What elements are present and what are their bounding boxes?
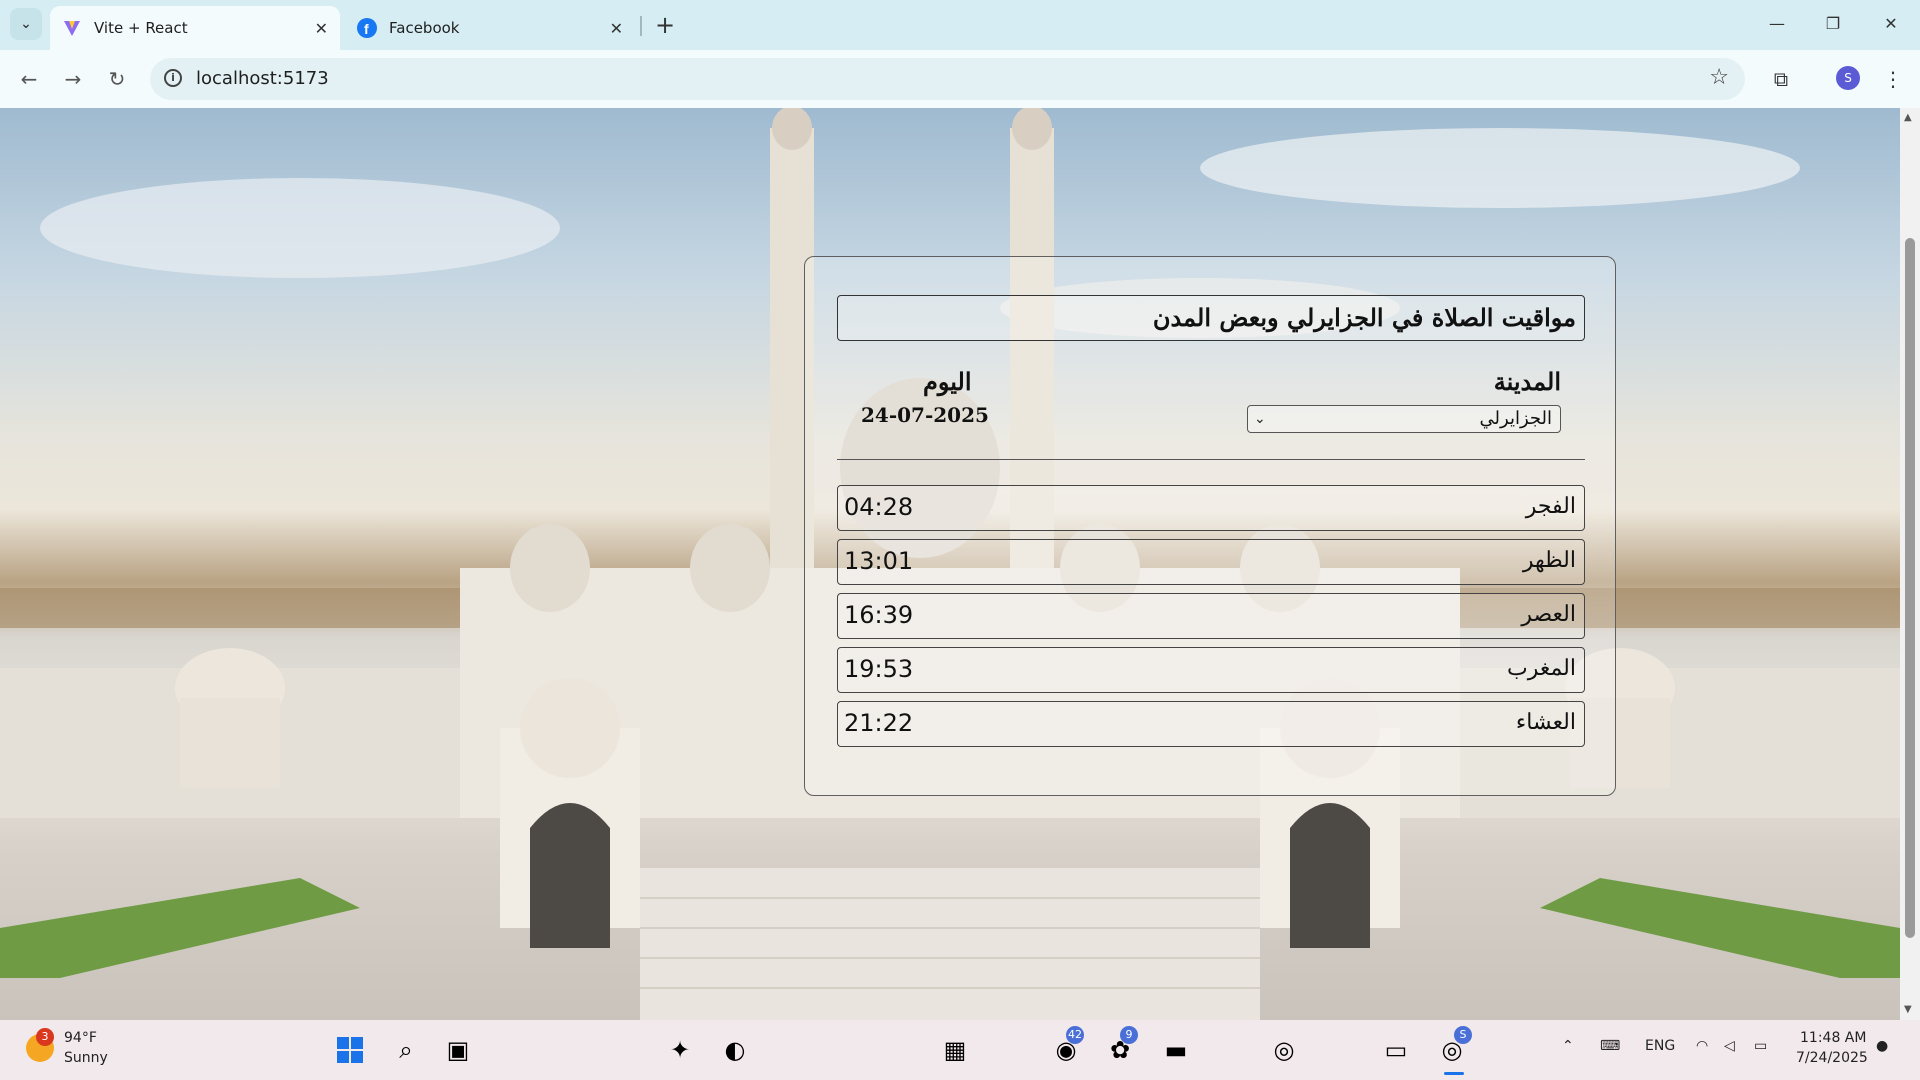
city-select-value: الجزايرلي — [1479, 408, 1552, 429]
copilot-icon[interactable]: ✦ — [660, 1030, 700, 1070]
notification-bell-icon[interactable]: ● — [1876, 1038, 1888, 1054]
prayer-time: 19:53 — [844, 655, 914, 683]
task-view-icon[interactable]: ▣ — [438, 1030, 478, 1070]
prayer-name: العصر — [1521, 602, 1576, 627]
back-button[interactable]: ← — [14, 64, 44, 94]
chrome-icon[interactable]: ◎ — [1264, 1030, 1304, 1070]
page-title: مواقيت الصلاة في الجزايرلي وبعض المدن — [837, 295, 1585, 341]
prayer-name: المغرب — [1507, 656, 1576, 681]
terminal-icon[interactable]: ▭ — [1376, 1030, 1416, 1070]
prayer-name: العشاء — [1515, 710, 1576, 735]
chatgpt-badge: 9 — [1120, 1026, 1138, 1044]
tab-search-button[interactable]: ⌄ — [10, 8, 42, 40]
tab-facebook[interactable]: f Facebook ✕ — [345, 6, 635, 50]
day-label: اليوم — [923, 367, 972, 396]
tab-vite-react[interactable]: Vite + React ✕ — [50, 6, 340, 50]
search-icon[interactable]: ⌕ — [386, 1030, 426, 1070]
whatsapp-badge: 42 — [1066, 1026, 1084, 1044]
current-date: 24-07-2025 — [861, 403, 989, 427]
bookmark-star-icon[interactable]: ☆ — [1709, 65, 1729, 90]
new-tab-button[interactable]: + — [650, 10, 680, 40]
scrollbar-thumb[interactable] — [1905, 238, 1915, 938]
tab-strip: ⌄ Vite + React ✕ f Facebook ✕ + — ❐ ✕ — [0, 0, 1920, 50]
prayer-name: الظهر — [1522, 548, 1576, 573]
taskbar: 3 94°F Sunny ⌕ ▣ ✦ ◐ ▦ ◉ 42 ✿ 9 ▬ ◎ ▭ ◎ … — [0, 1020, 1920, 1080]
chrome-profile-badge: S — [1454, 1026, 1472, 1044]
clock-date[interactable]: 7/24/2025 — [1796, 1050, 1868, 1066]
prayer-row-maghrib: المغرب 19:53 — [837, 647, 1585, 693]
close-icon[interactable]: ✕ — [610, 19, 623, 38]
prayer-name: الفجر — [1525, 494, 1576, 519]
battery-icon[interactable]: ▭ — [1754, 1038, 1767, 1054]
scroll-down-icon[interactable]: ▼ — [1904, 1004, 1912, 1015]
minimize-button[interactable]: — — [1752, 8, 1802, 40]
chevron-down-icon: ⌄ — [1254, 411, 1266, 427]
prayer-time: 13:01 — [844, 547, 914, 575]
wifi-icon[interactable]: ◠ — [1696, 1038, 1708, 1054]
prayer-row-fajr: الفجر 04:28 — [837, 485, 1585, 531]
tab-title: Facebook — [389, 19, 460, 37]
chevron-down-icon: ⌄ — [20, 16, 32, 32]
close-icon[interactable]: ✕ — [315, 19, 328, 38]
prayer-time: 04:28 — [844, 493, 914, 521]
address-bar[interactable]: i localhost:5173 ☆ — [150, 58, 1745, 100]
language-indicator[interactable]: ENG — [1645, 1038, 1675, 1054]
file-explorer-icon[interactable]: ▬ — [1156, 1030, 1196, 1070]
tab-title: Vite + React — [94, 19, 188, 37]
active-app-indicator — [1444, 1072, 1464, 1075]
extensions-icon[interactable]: ⧉ — [1766, 64, 1796, 94]
url-text[interactable]: localhost:5173 — [196, 68, 329, 89]
forward-button[interactable]: → — [58, 64, 88, 94]
browser-toolbar: ← → ↻ i localhost:5173 ☆ ⧉ ⋮ — [0, 50, 1920, 108]
store-icon[interactable]: ▦ — [935, 1030, 975, 1070]
city-select[interactable]: الجزايرلي ⌄ — [1247, 405, 1561, 433]
prayer-times-card: مواقيت الصلاة في الجزايرلي وبعض المدن ال… — [804, 256, 1616, 796]
chevron-up-icon[interactable]: ⌃ — [1562, 1038, 1574, 1054]
svg-text:f: f — [364, 21, 369, 37]
prayer-row-dhuhr: الظهر 13:01 — [837, 539, 1585, 585]
reload-button[interactable]: ↻ — [102, 64, 132, 94]
vite-logo-icon — [62, 18, 82, 38]
page-viewport: مواقيت الصلاة في الجزايرلي وبعض المدن ال… — [0, 108, 1900, 1020]
prayer-time: 21:22 — [844, 709, 914, 737]
start-windows-icon[interactable] — [330, 1030, 370, 1070]
weather-badge: 3 — [36, 1028, 54, 1046]
volume-icon[interactable]: ◁ — [1724, 1038, 1735, 1054]
scroll-up-icon[interactable]: ▲ — [1904, 112, 1912, 123]
page-scrollbar[interactable]: ▲ ▼ — [1900, 108, 1920, 1020]
prayer-row-asr: العصر 16:39 — [837, 593, 1585, 639]
menu-dots-icon[interactable]: ⋮ — [1878, 64, 1908, 94]
restore-button[interactable]: ❐ — [1808, 8, 1858, 40]
weather-condition[interactable]: Sunny — [64, 1050, 108, 1066]
clock-time[interactable]: 11:48 AM — [1800, 1030, 1866, 1046]
facebook-icon: f — [357, 18, 377, 38]
prayer-time: 16:39 — [844, 601, 914, 629]
profile-avatar[interactable]: S — [1836, 66, 1860, 90]
edge-icon[interactable]: ◐ — [715, 1030, 755, 1070]
site-info-icon[interactable]: i — [164, 69, 182, 87]
tab-separator — [640, 16, 642, 36]
close-window-button[interactable]: ✕ — [1866, 8, 1916, 40]
divider — [837, 459, 1585, 460]
keyboard-icon[interactable]: ⌨ — [1600, 1038, 1620, 1054]
city-label: المدينة — [1493, 367, 1561, 396]
weather-temp[interactable]: 94°F — [64, 1030, 97, 1046]
prayer-row-isha: العشاء 21:22 — [837, 701, 1585, 747]
